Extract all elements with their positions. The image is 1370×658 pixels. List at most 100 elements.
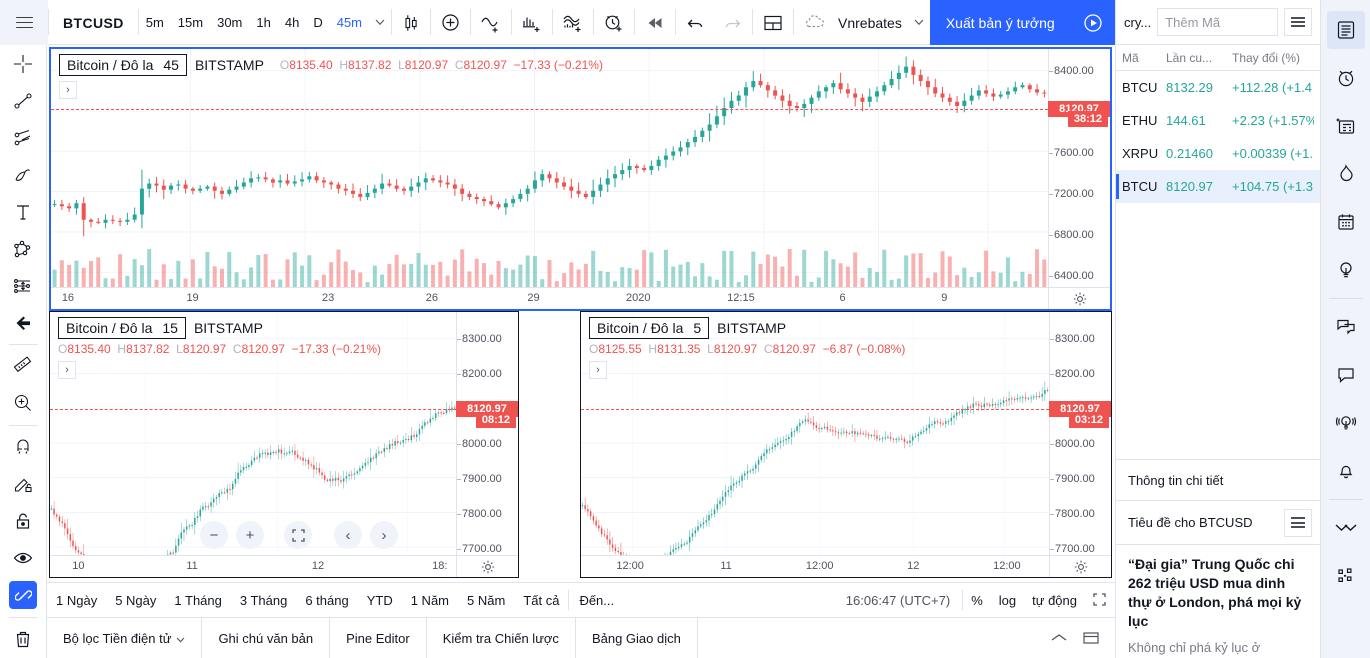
alerts-clock-icon[interactable] <box>1327 59 1365 97</box>
price-axis-bottom-left[interactable]: 8300.00 8200.00 8000.00 7900.00 7800.00 … <box>456 312 518 555</box>
tab-strategy-tester[interactable]: Kiểm tra Chiến lược <box>427 617 576 658</box>
arrow-marker-icon[interactable] <box>0 304 47 341</box>
news-menu-icon[interactable] <box>1284 508 1312 537</box>
legend-expand-icon[interactable]: › <box>58 361 76 379</box>
crosshair-icon[interactable] <box>0 45 47 82</box>
tab-text-notes[interactable]: Ghi chú văn bản <box>202 617 331 658</box>
zoom-in-button[interactable]: + <box>236 521 264 549</box>
watchlist-row-ethusd[interactable]: ETHU 144.61 +2.23 (+1.57% <box>1116 104 1320 137</box>
chevron-down-icon[interactable] <box>908 0 930 45</box>
publish-idea-button[interactable]: Xuất bản ý tưởng <box>929 0 1071 45</box>
range-1-year[interactable]: 1 Năm <box>402 589 458 612</box>
news-item[interactable]: “Đại gia” Trung Quốc chi 262 triệu USD m… <box>1116 545 1320 658</box>
scale-log-button[interactable]: log <box>991 589 1024 612</box>
column-change[interactable]: Thay đổi (%) <box>1232 51 1314 65</box>
legend-expand-icon[interactable]: › <box>589 361 607 379</box>
fullscreen-icon[interactable] <box>1085 589 1115 611</box>
hotlist-icon[interactable] <box>1327 155 1365 193</box>
chevron-down-icon[interactable] <box>176 631 185 646</box>
zoom-out-button[interactable]: − <box>200 521 228 549</box>
price-axis-top[interactable]: 8400.00 8000.00 7600.00 7200.00 6800.00 … <box>1048 49 1110 287</box>
hide-drawings-icon[interactable] <box>0 540 47 577</box>
range-6-months[interactable]: 6 tháng <box>296 589 357 612</box>
chat-group-icon[interactable] <box>1327 308 1365 346</box>
interval-active[interactable]: 45m <box>330 0 369 45</box>
forecast-icon[interactable] <box>0 267 47 304</box>
fib-retracement-icon[interactable] <box>0 119 47 156</box>
chart-pane-bottom-right[interactable]: Bitcoin / Đô la 5 BITSTAMP O8125.55 H8131… <box>580 311 1112 578</box>
tab-crypto-screener[interactable]: Bộ lọc Tiền điện tử <box>47 617 203 658</box>
alert-clock-icon[interactable] <box>594 0 634 45</box>
time-axis-bottom-right[interactable]: 12:00 11 12:00 12 12:00 <box>581 555 1049 577</box>
notifications-bell-icon[interactable] <box>1327 452 1365 490</box>
data-window-icon[interactable] <box>1327 107 1365 145</box>
strategy-icon[interactable] <box>553 0 593 45</box>
watchlist-icon[interactable] <box>1326 11 1365 49</box>
watchlist-row-btcusd-2[interactable]: BTCU 8120.97 +104.75 (+1.3 <box>1116 170 1320 203</box>
pattern-icon[interactable] <box>0 230 47 267</box>
chevron-down-icon[interactable] <box>369 0 391 45</box>
chart-settings-icon-top[interactable] <box>1048 287 1110 309</box>
drawing-mode-icon[interactable] <box>0 466 47 503</box>
hamburger-icon[interactable] <box>0 0 48 45</box>
layout-icon[interactable] <box>753 0 793 45</box>
interval-1h[interactable]: 1h <box>249 0 277 45</box>
symbol-search-button[interactable]: BTCUSD <box>49 0 138 45</box>
chart-symbol-box[interactable]: Bitcoin / Đô la 15 <box>58 317 186 339</box>
magnet-icon[interactable] <box>0 429 47 466</box>
chart-settings-icon-bottom-left[interactable] <box>456 555 518 577</box>
chart-settings-icon-bottom-right[interactable] <box>1049 555 1111 577</box>
column-symbol[interactable]: Mã <box>1122 51 1166 65</box>
reset-chart-icon[interactable] <box>284 521 312 549</box>
layout-name-label[interactable]: Vnrebates <box>836 0 908 45</box>
price-axis-bottom-right[interactable]: 8300.00 8200.00 8000.00 7900.00 7800.00 … <box>1049 312 1111 555</box>
range-1-month[interactable]: 1 Tháng <box>165 589 230 612</box>
scroll-next-button[interactable]: › <box>370 521 398 549</box>
trend-line-icon[interactable] <box>0 82 47 119</box>
watchlist-row-xrpusd[interactable]: XRPU 0.21460 +0.00339 (+1. <box>1116 137 1320 170</box>
time-axis-top[interactable]: 16 19 23 26 29 2020 12:15 6 9 <box>51 287 1048 309</box>
zoom-in-icon[interactable] <box>0 385 47 422</box>
chart-symbol-box[interactable]: Bitcoin / Đô la 5 <box>589 317 710 339</box>
ruler-icon[interactable] <box>0 348 47 385</box>
range-1-day[interactable]: 1 Ngày <box>47 589 106 612</box>
cloud-icon[interactable] <box>794 0 836 45</box>
interval-15m[interactable]: 15m <box>171 0 210 45</box>
ideas-bulb-icon[interactable] <box>1327 251 1365 289</box>
watchlist-tab-label[interactable]: cry... <box>1124 15 1151 30</box>
details-section-header[interactable]: Thông tin chi tiết <box>1116 459 1320 501</box>
replay-icon[interactable] <box>635 0 675 45</box>
text-icon[interactable] <box>0 193 47 230</box>
redo-icon[interactable] <box>714 0 752 45</box>
range-all[interactable]: Tất cả <box>514 589 568 612</box>
scale-percent-button[interactable]: % <box>963 589 991 612</box>
time-axis-bottom-left[interactable]: 10 11 12 18: <box>50 555 456 577</box>
tab-trading-panel[interactable]: Bảng Giao dịch <box>576 617 698 658</box>
expand-panel-icon[interactable] <box>1045 624 1073 652</box>
tab-pine-editor[interactable]: Pine Editor <box>330 617 427 658</box>
scroll-prev-button[interactable]: ‹ <box>334 521 362 549</box>
chart-clock[interactable]: 16:06:47 (UTC+7) <box>834 593 962 608</box>
object-tree-icon[interactable] <box>1327 557 1365 595</box>
interval-4h[interactable]: 4h <box>278 0 306 45</box>
calendar-icon[interactable] <box>1327 203 1365 241</box>
range-5-years[interactable]: 5 Năm <box>458 589 514 612</box>
chart-symbol-box[interactable]: Bitcoin / Đô la 45 <box>59 54 187 76</box>
compare-icon[interactable] <box>471 0 511 45</box>
sync-drawings-icon[interactable] <box>0 577 47 614</box>
interval-5m[interactable]: 5m <box>139 0 171 45</box>
add-symbol-input[interactable]: Thêm Mã <box>1157 8 1278 36</box>
range-3-months[interactable]: 3 Tháng <box>231 589 296 612</box>
financials-icon[interactable] <box>512 0 552 45</box>
interval-D[interactable]: D <box>306 0 329 45</box>
collapse-chevrons-icon[interactable] <box>1327 509 1365 547</box>
watchlist-row-btcusd-1[interactable]: BTCU 8132.29 +112.28 (+1.4 <box>1116 71 1320 104</box>
scale-auto-button[interactable]: tự động <box>1024 589 1085 612</box>
chart-pane-bottom-left[interactable]: Bitcoin / Đô la 15 BITSTAMP O8135.40 H813… <box>49 311 519 578</box>
private-chat-icon[interactable] <box>1327 356 1365 394</box>
legend-expand-icon[interactable]: › <box>59 81 77 99</box>
candlestick-type-icon[interactable] <box>392 0 430 45</box>
undo-icon[interactable] <box>676 0 714 45</box>
remove-drawings-icon[interactable] <box>0 621 47 658</box>
lock-drawings-icon[interactable] <box>0 503 47 540</box>
